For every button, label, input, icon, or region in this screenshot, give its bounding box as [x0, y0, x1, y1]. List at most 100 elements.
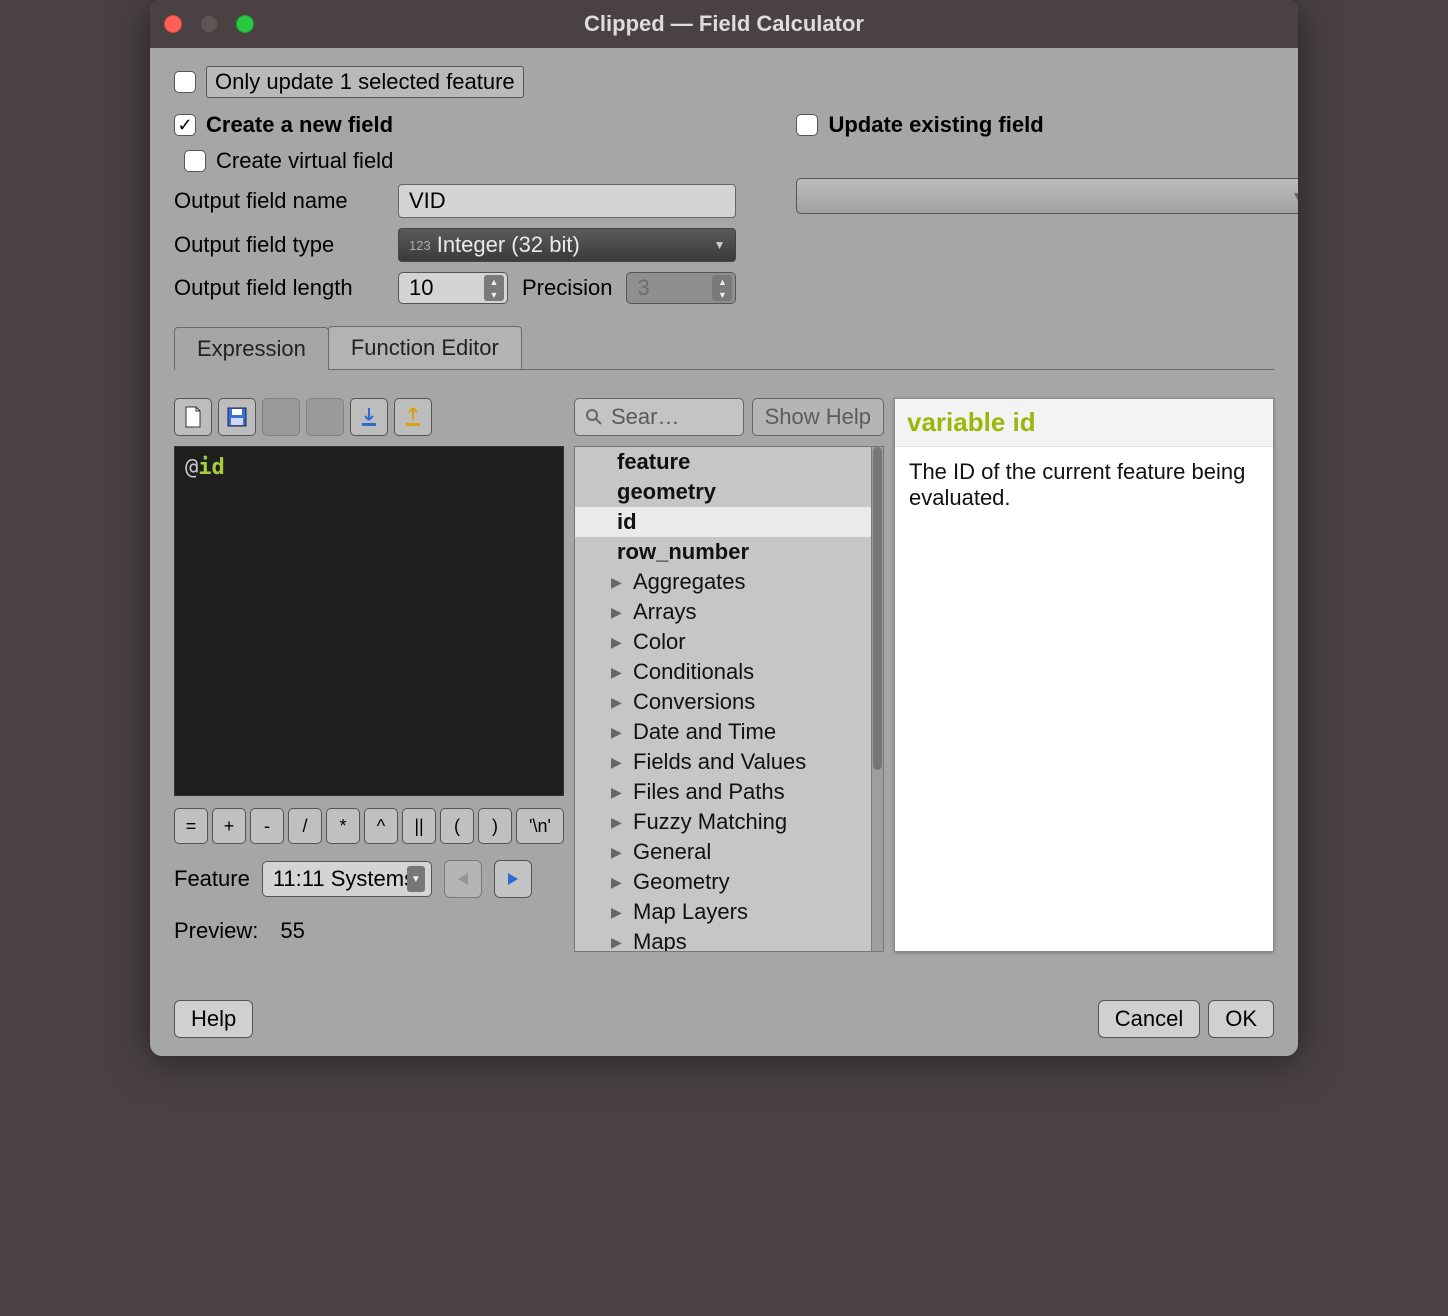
- function-tree-panel: Sear… Show Help featuregeometryidrow_num…: [574, 398, 884, 952]
- new-file-button[interactable]: [174, 398, 212, 436]
- show-help-button[interactable]: Show Help: [752, 398, 884, 436]
- tree-group[interactable]: ▶Arrays: [575, 597, 883, 627]
- update-existing-checkbox[interactable]: [796, 114, 818, 136]
- help-panel: variable id The ID of the current featur…: [894, 398, 1274, 952]
- update-existing-select[interactable]: ▼: [796, 178, 1298, 214]
- chevron-right-icon: ▶: [611, 784, 625, 801]
- chevron-right-icon: ▶: [611, 754, 625, 771]
- out-length-label: Output field length: [174, 275, 384, 301]
- chevron-down-icon: ▼: [1292, 189, 1298, 203]
- tree-group-label: Files and Paths: [633, 779, 785, 805]
- function-tree[interactable]: featuregeometryidrow_number▶Aggregates▶A…: [574, 446, 884, 952]
- precision-label: Precision: [522, 275, 612, 301]
- output-field-length-stepper[interactable]: 10 ▲▼: [398, 272, 508, 304]
- tree-group[interactable]: ▶ Files and Paths: [575, 777, 883, 807]
- op-button[interactable]: (: [440, 808, 474, 844]
- step-down-icon[interactable]: ▼: [484, 288, 504, 301]
- tree-group[interactable]: ▶ General: [575, 837, 883, 867]
- chevron-right-icon: ▶: [611, 874, 625, 891]
- prev-feature-button[interactable]: [444, 860, 482, 898]
- scrollbar[interactable]: [871, 447, 883, 951]
- chevron-right-icon: ▶: [611, 814, 625, 831]
- ok-button[interactable]: OK: [1208, 1000, 1274, 1038]
- expression-panel: @id =+-/*^||()'\n' Feature 11:11 Systems…: [174, 398, 564, 952]
- tab-expression[interactable]: Expression: [174, 327, 329, 370]
- output-field-type-select[interactable]: 123 Integer (32 bit) ▼: [398, 228, 736, 262]
- tree-group-label: Aggregates: [633, 569, 746, 595]
- tree-group[interactable]: ▶ Conversions: [575, 687, 883, 717]
- output-field-name-input[interactable]: [398, 184, 736, 218]
- tree-group-label: Conversions: [633, 689, 755, 715]
- search-input[interactable]: Sear…: [574, 398, 744, 436]
- close-icon[interactable]: [164, 15, 182, 33]
- chevron-right-icon: ▶: [611, 724, 625, 741]
- chevron-right-icon: ▶: [611, 634, 625, 651]
- zoom-icon[interactable]: [236, 15, 254, 33]
- tree-item[interactable]: geometry: [575, 477, 883, 507]
- tree-group[interactable]: ▶ Color: [575, 627, 883, 657]
- chevron-right-icon: ▶: [611, 694, 625, 711]
- step-up-icon[interactable]: ▲: [484, 275, 504, 288]
- op-button[interactable]: *: [326, 808, 360, 844]
- tree-group[interactable]: ▶Date and Time: [575, 717, 883, 747]
- cancel-button[interactable]: Cancel: [1098, 1000, 1200, 1038]
- create-new-label: Create a new field: [206, 112, 393, 138]
- tree-group[interactable]: ▶Map Layers: [575, 897, 883, 927]
- chevron-right-icon: ▶: [611, 934, 625, 951]
- edit-button: [262, 398, 300, 436]
- op-button[interactable]: /: [288, 808, 322, 844]
- op-button[interactable]: =: [174, 808, 208, 844]
- expression-editor[interactable]: @id: [174, 446, 564, 796]
- output-field-type-value: Integer (32 bit): [437, 232, 580, 258]
- save-button[interactable]: [218, 398, 256, 436]
- tree-group-label: General: [633, 839, 711, 865]
- tab-function-editor[interactable]: Function Editor: [328, 326, 522, 369]
- feature-select[interactable]: 11:11 Systems ▼: [262, 861, 432, 897]
- tree-group-label: Maps: [633, 929, 687, 952]
- out-type-label: Output field type: [174, 232, 384, 258]
- titlebar: Clipped — Field Calculator: [150, 0, 1298, 48]
- expression-toolbar: [174, 398, 564, 436]
- create-virtual-checkbox[interactable]: [184, 150, 206, 172]
- tree-group-label: Map Layers: [633, 899, 748, 925]
- update-existing-label: Update existing field: [828, 112, 1043, 138]
- tabs: Expression Function Editor: [174, 326, 1274, 370]
- only-update-label: Only update 1 selected feature: [206, 66, 524, 98]
- scroll-thumb[interactable]: [873, 447, 882, 770]
- tree-group[interactable]: ▶Fuzzy Matching: [575, 807, 883, 837]
- op-button[interactable]: ^: [364, 808, 398, 844]
- op-button[interactable]: +: [212, 808, 246, 844]
- op-button[interactable]: ||: [402, 808, 436, 844]
- import-button[interactable]: [350, 398, 388, 436]
- preview-label: Preview:: [174, 918, 258, 944]
- chevron-down-icon: ▼: [714, 238, 726, 252]
- tree-group-label: Color: [633, 629, 686, 655]
- tree-group[interactable]: ▶Fields and Values: [575, 747, 883, 777]
- expression-at: @: [185, 455, 198, 480]
- window-controls: [164, 15, 254, 33]
- next-feature-button[interactable]: [494, 860, 532, 898]
- minimize-icon[interactable]: [200, 15, 218, 33]
- help-title: variable id: [895, 399, 1273, 447]
- op-button[interactable]: ): [478, 808, 512, 844]
- out-length-value: 10: [409, 275, 433, 301]
- export-button[interactable]: [394, 398, 432, 436]
- only-update-row: Only update 1 selected feature: [174, 66, 1274, 98]
- tree-group[interactable]: ▶Conditionals: [575, 657, 883, 687]
- help-button[interactable]: Help: [174, 1000, 253, 1038]
- op-button[interactable]: '\n': [516, 808, 564, 844]
- chevron-right-icon: ▶: [611, 604, 625, 621]
- precision-value: 3: [637, 275, 649, 301]
- tree-group[interactable]: ▶ Maps: [575, 927, 883, 952]
- tree-item[interactable]: feature: [575, 447, 883, 477]
- create-new-checkbox[interactable]: [174, 114, 196, 136]
- tree-item[interactable]: id: [575, 507, 883, 537]
- chevron-right-icon: ▶: [611, 844, 625, 861]
- tree-group[interactable]: ▶Aggregates: [575, 567, 883, 597]
- op-button[interactable]: -: [250, 808, 284, 844]
- preview-value: 55: [280, 918, 304, 944]
- search-placeholder: Sear…: [611, 404, 679, 430]
- tree-item[interactable]: row_number: [575, 537, 883, 567]
- tree-group[interactable]: ▶Geometry: [575, 867, 883, 897]
- only-update-checkbox[interactable]: [174, 71, 196, 93]
